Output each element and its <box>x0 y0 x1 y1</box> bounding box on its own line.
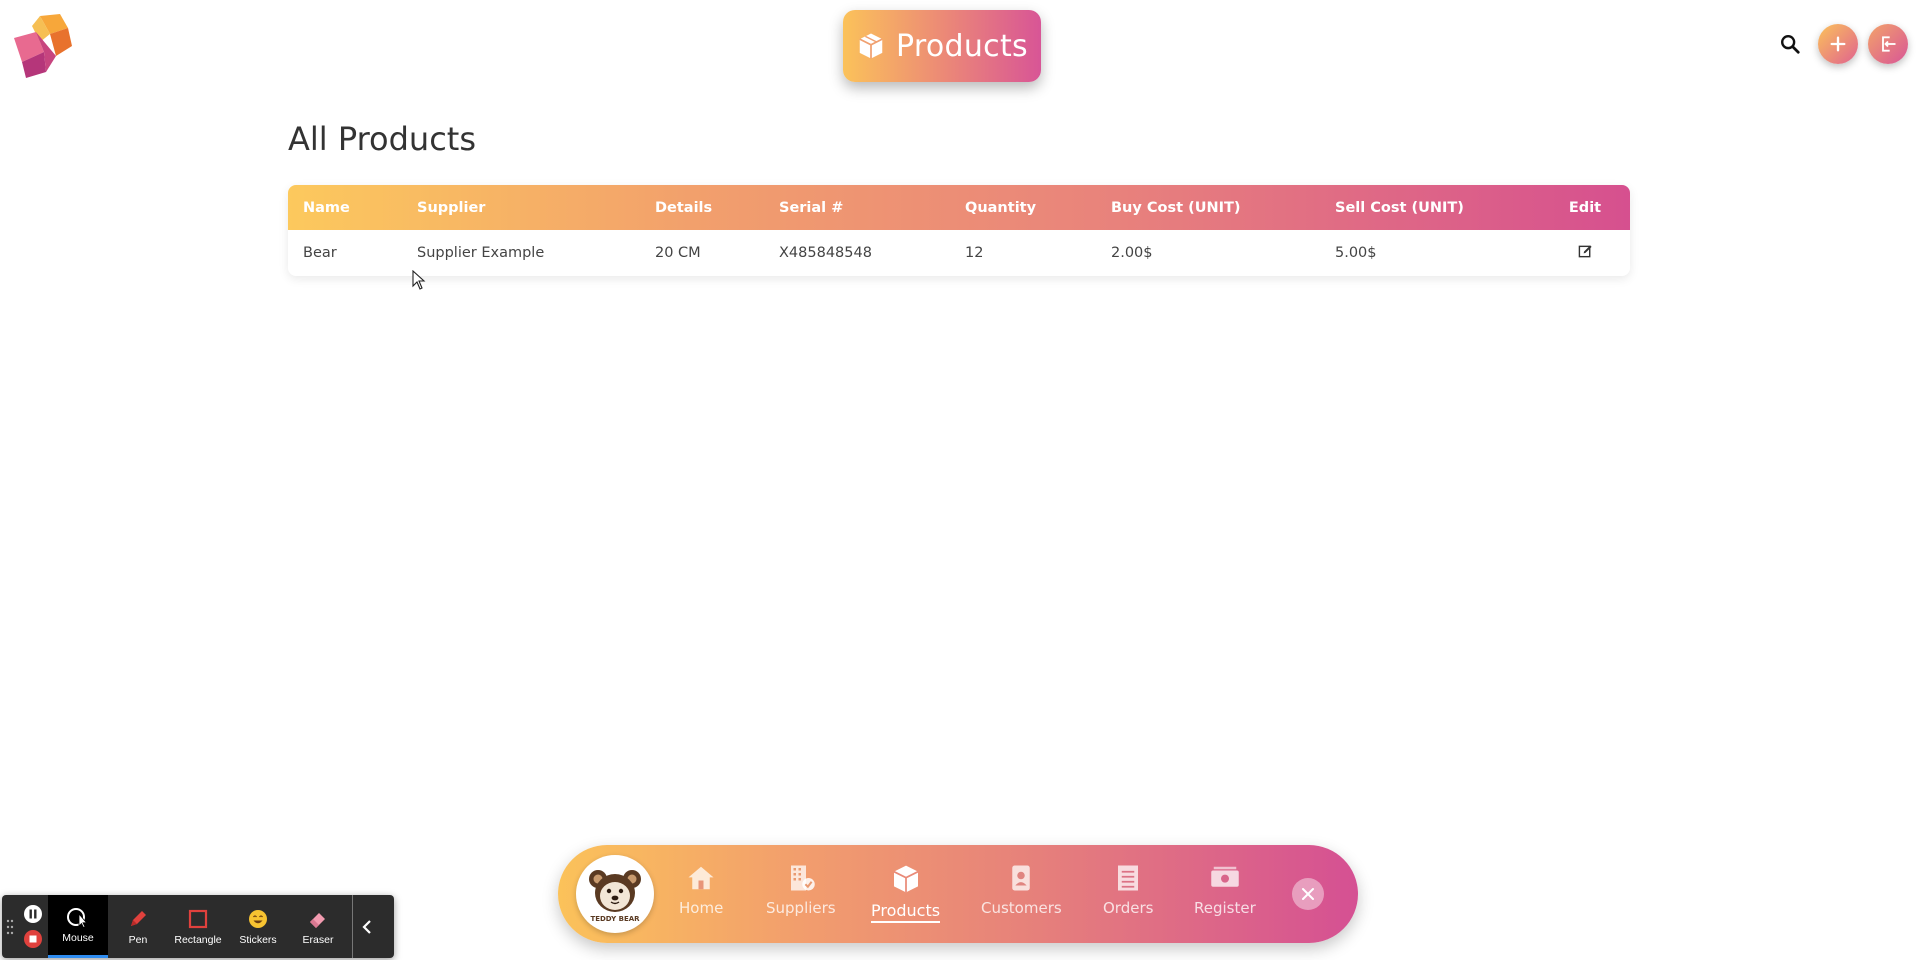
nav-item-home[interactable]: Home <box>679 863 723 917</box>
column-header: Serial # <box>779 199 844 216</box>
stop-icon[interactable] <box>23 929 43 949</box>
cell-quantity: 12 <box>965 245 984 261</box>
nav-item-orders[interactable]: Orders <box>1103 863 1153 917</box>
sticker-icon <box>249 909 267 928</box>
column-header: Details <box>655 199 713 216</box>
pen-icon <box>131 910 146 926</box>
eraser-icon <box>310 912 325 928</box>
home-icon <box>688 866 714 890</box>
drag-handle-icon <box>6 919 14 934</box>
cell-supplier: Supplier Example <box>417 245 545 261</box>
column-header: Edit <box>1568 199 1602 216</box>
cell-name: Bear <box>303 245 337 261</box>
rectangle-icon <box>188 909 208 928</box>
cell-sell-cost: 5.00$ <box>1335 245 1377 261</box>
mouse-icon <box>67 908 88 928</box>
nav-label: Products <box>871 901 941 923</box>
nav-label: Suppliers <box>766 899 836 917</box>
tool-label: Pen <box>128 933 148 946</box>
tool-pen[interactable]: Pen <box>108 895 168 958</box>
cell-details: 20 CM <box>655 245 701 261</box>
tool-label: Rectangle <box>174 933 222 946</box>
exit-icon <box>1882 36 1896 52</box>
close-icon <box>1302 888 1314 900</box>
logout-button[interactable] <box>1868 24 1908 64</box>
close-nav-button[interactable] <box>1292 878 1324 910</box>
mouse-cursor <box>412 270 426 290</box>
products-table-card: Name Supplier Details Serial # Quantity … <box>288 185 1630 276</box>
building-icon <box>790 865 815 891</box>
brand-avatar[interactable]: TEDDY BEAR <box>576 855 654 933</box>
top-actions <box>1772 24 1908 64</box>
recording-controls <box>18 895 48 958</box>
bottom-nav: TEDDY BEAR Home Suppliers Products Custo… <box>558 845 1358 943</box>
nav-item-suppliers[interactable]: Suppliers <box>766 863 836 917</box>
money-icon <box>1211 866 1239 887</box>
table-header-row: Name Supplier Details Serial # Quantity … <box>288 185 1630 230</box>
box-icon <box>859 33 883 59</box>
teddy-bear-logo: TEDDY BEAR <box>589 870 641 923</box>
recorder-toolbar: Mouse Pen Rectangle Stickers Eraser <box>2 895 394 958</box>
nav-label: Home <box>679 899 724 917</box>
cell-serial: X485848548 <box>779 245 872 261</box>
pause-icon[interactable] <box>23 904 43 924</box>
contact-icon <box>1012 865 1031 891</box>
tool-rectangle[interactable]: Rectangle <box>168 895 228 958</box>
column-header: Name <box>303 199 350 216</box>
collapse-toolbar-button[interactable] <box>352 895 380 958</box>
nav-item-products[interactable]: Products <box>871 863 941 923</box>
edit-icon[interactable] <box>1578 244 1593 259</box>
column-header: Sell Cost (UNIT) <box>1335 199 1464 216</box>
cell-buy-cost: 2.00$ <box>1111 245 1153 261</box>
brand-text: TEDDY BEAR <box>590 915 640 923</box>
column-header: Buy Cost (UNIT) <box>1111 199 1241 216</box>
tool-label: Eraser <box>302 933 334 946</box>
search-icon <box>1781 35 1800 54</box>
tool-eraser[interactable]: Eraser <box>288 895 348 958</box>
tool-label: Stickers <box>239 933 277 946</box>
nav-item-register[interactable]: Register <box>1194 863 1256 917</box>
tool-stickers[interactable]: Stickers <box>228 895 288 958</box>
page-title-badge: Products <box>843 10 1041 82</box>
products-table: Name Supplier Details Serial # Quantity … <box>288 185 1630 276</box>
section-heading: All Products <box>288 120 477 158</box>
column-header: Quantity <box>965 199 1037 216</box>
add-product-button[interactable] <box>1818 24 1858 64</box>
nav-label: Register <box>1194 899 1256 917</box>
search-button[interactable] <box>1772 26 1808 62</box>
nav-label: Customers <box>981 899 1062 917</box>
nav-label: Orders <box>1103 899 1154 917</box>
table-row: Bear Supplier Example 20 CM X485848548 1… <box>288 230 1630 276</box>
tool-mouse[interactable]: Mouse <box>48 895 108 958</box>
nav-item-customers[interactable]: Customers <box>981 863 1062 917</box>
cell-edit <box>1540 230 1630 276</box>
chevron-left-icon <box>361 919 371 934</box>
plus-icon <box>1830 36 1846 52</box>
box-icon <box>893 865 918 893</box>
app-page: Products All Products Name Supplier Deta… <box>0 0 1920 960</box>
page-title: Products <box>896 28 1028 64</box>
column-header: Supplier <box>417 199 486 216</box>
drag-handle[interactable] <box>2 895 18 958</box>
app-logo[interactable] <box>10 12 78 80</box>
tool-label: Mouse <box>62 932 94 944</box>
list-icon <box>1118 865 1139 891</box>
